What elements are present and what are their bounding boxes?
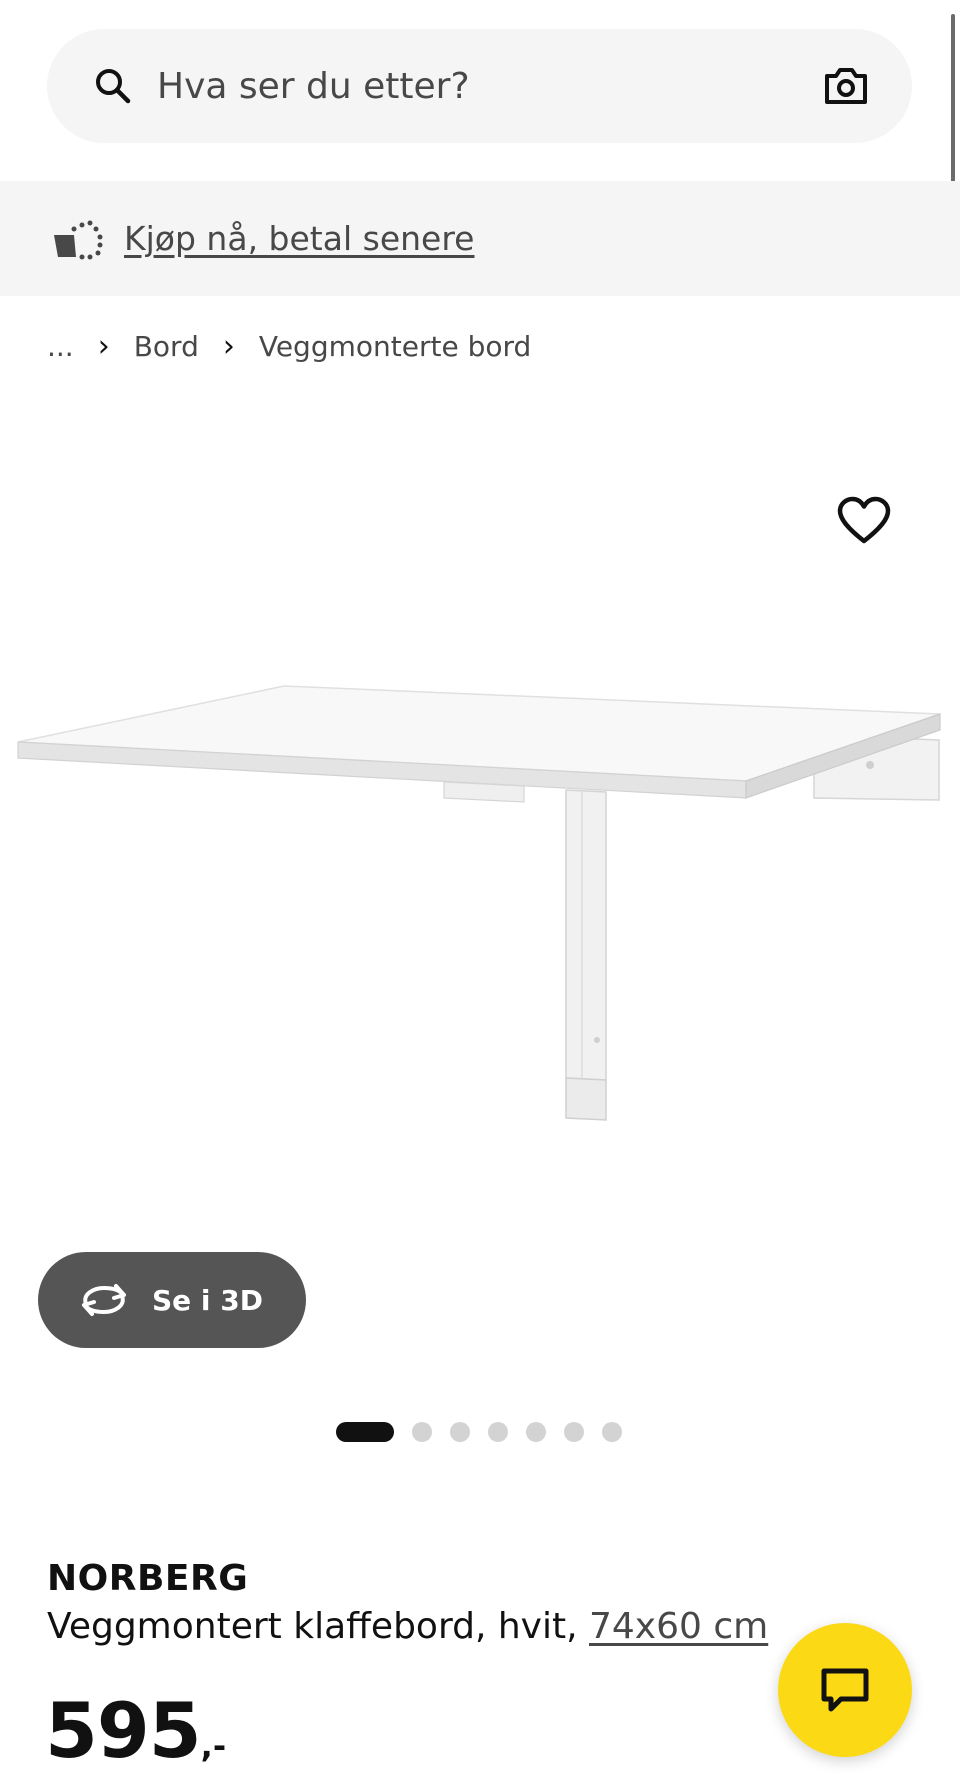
rotate-icon bbox=[82, 1284, 126, 1316]
scrollbar[interactable] bbox=[951, 14, 955, 194]
camera-icon[interactable] bbox=[822, 62, 870, 110]
price-amount: 595 bbox=[45, 1686, 202, 1775]
search-icon[interactable] bbox=[91, 64, 135, 108]
price-suffix: ,- bbox=[200, 1727, 227, 1765]
carousel-dot[interactable] bbox=[488, 1422, 508, 1442]
search-container bbox=[47, 29, 912, 143]
product-description: Veggmontert klaffebord, hvit, 74x60 cm bbox=[47, 1606, 768, 1647]
product-name: NORBERG bbox=[47, 1558, 249, 1599]
image-carousel-indicator bbox=[336, 1422, 622, 1442]
view-in-3d-label: Se i 3D bbox=[152, 1283, 263, 1317]
carousel-dot[interactable] bbox=[450, 1422, 470, 1442]
search-bar[interactable] bbox=[47, 29, 912, 143]
breadcrumb-item-bord[interactable]: Bord bbox=[134, 330, 199, 363]
breadcrumb-separator: › bbox=[222, 328, 235, 364]
product-image[interactable] bbox=[14, 680, 954, 1130]
carousel-dot[interactable] bbox=[564, 1422, 584, 1442]
product-page: Kjøp nå, betal senere ... › Bord › Veggm… bbox=[0, 0, 960, 1781]
carousel-dot[interactable] bbox=[412, 1422, 432, 1442]
heart-icon bbox=[837, 496, 891, 544]
product-description-text: Veggmontert klaffebord, hvit, bbox=[47, 1606, 589, 1647]
product-price: 595 ,- bbox=[45, 1686, 226, 1775]
add-to-wishlist-button[interactable] bbox=[836, 496, 892, 546]
carousel-dot-active[interactable] bbox=[336, 1422, 394, 1442]
buy-now-pay-later-link[interactable]: Kjøp nå, betal senere bbox=[124, 219, 474, 258]
chat-button[interactable] bbox=[778, 1623, 912, 1757]
chat-bubble-icon bbox=[821, 1668, 869, 1712]
payment-icon bbox=[54, 220, 103, 259]
product-size-link[interactable]: 74x60 cm bbox=[589, 1606, 768, 1647]
breadcrumb-separator: › bbox=[97, 328, 110, 364]
carousel-dot[interactable] bbox=[602, 1422, 622, 1442]
buy-now-pay-later-banner: Kjøp nå, betal senere bbox=[0, 181, 960, 296]
breadcrumb-item-veggmonterte-bord[interactable]: Veggmonterte bord bbox=[259, 330, 531, 363]
breadcrumb-item-ellipsis[interactable]: ... bbox=[47, 330, 74, 363]
search-input[interactable] bbox=[157, 65, 822, 107]
carousel-dot[interactable] bbox=[526, 1422, 546, 1442]
view-in-3d-button[interactable]: Se i 3D bbox=[38, 1252, 306, 1348]
breadcrumb: ... › Bord › Veggmonterte bord bbox=[47, 326, 531, 366]
